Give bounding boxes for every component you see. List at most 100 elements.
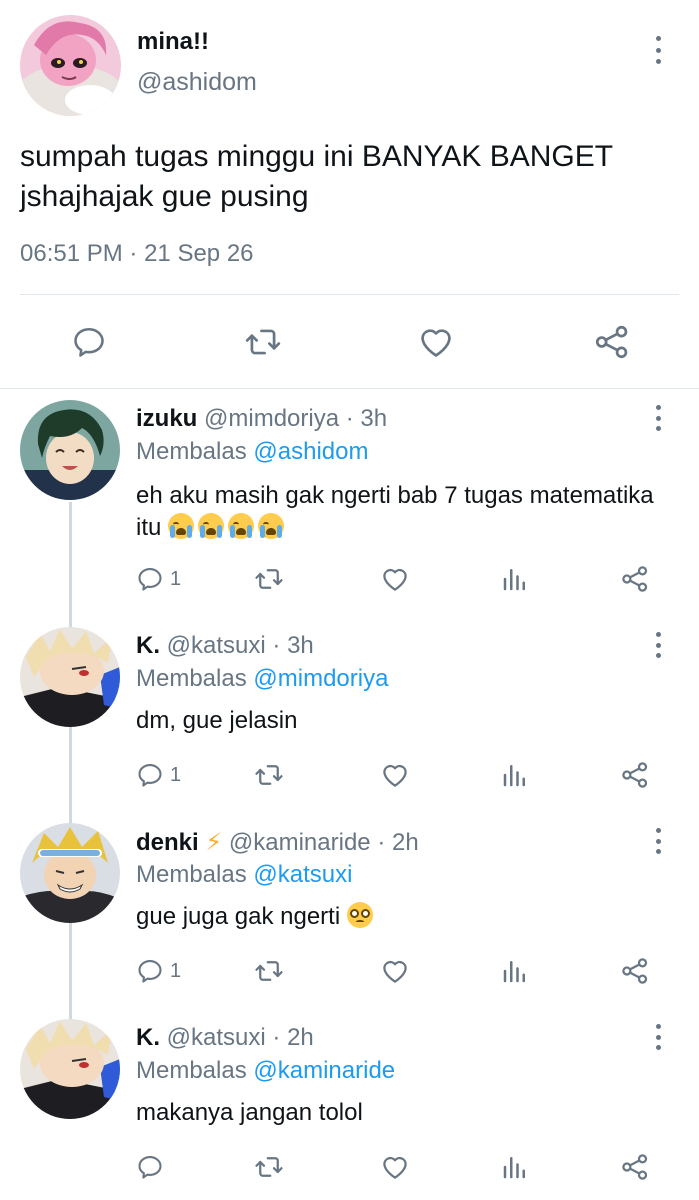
heart-icon: [380, 564, 410, 594]
share-icon: [620, 956, 650, 986]
reply-icon: [136, 957, 164, 985]
user-name[interactable]: K.: [136, 632, 160, 659]
user-handle[interactable]: @mimdoriya: [204, 405, 339, 432]
crying-emoji-icon: [198, 513, 225, 539]
analytics-icon: [500, 564, 530, 594]
replying-to-link[interactable]: @kaminaride: [253, 1057, 395, 1084]
replying-to-label: Membalas: [136, 665, 247, 692]
share-button[interactable]: [620, 564, 650, 594]
replying-to: Membalas @kaminaride: [136, 1057, 395, 1085]
analytics-button[interactable]: [500, 1152, 530, 1182]
avatar[interactable]: [20, 1019, 120, 1119]
reply-button[interactable]: 1: [136, 760, 181, 790]
share-icon: [593, 323, 631, 361]
share-button[interactable]: [620, 956, 650, 986]
analytics-button[interactable]: [500, 564, 530, 594]
like-button[interactable]: [380, 956, 410, 986]
replying-to: Membalas @katsuxi: [136, 861, 352, 889]
reply-time: 2h: [391, 829, 419, 856]
replying-to-link[interactable]: @mimdoriya: [253, 665, 388, 692]
user-name[interactable]: mina!!: [137, 28, 209, 56]
heart-icon: [380, 1152, 410, 1182]
retweet-icon: [254, 564, 284, 594]
reply-header: K. @katsuxi · 3h: [136, 632, 314, 659]
share-button[interactable]: [592, 322, 632, 362]
analytics-button[interactable]: [500, 760, 530, 790]
user-handle[interactable]: @ashidom: [137, 68, 257, 97]
avatar[interactable]: [20, 627, 120, 727]
reply-text: gue juga gak ngerti: [136, 901, 656, 933]
retweet-button[interactable]: [254, 956, 284, 986]
reply-time: 3h: [287, 632, 314, 659]
more-options-icon[interactable]: [651, 36, 665, 64]
retweet-button[interactable]: [254, 1152, 284, 1182]
reply-icon: [136, 565, 164, 593]
user-handle[interactable]: @kaminaride: [229, 829, 371, 856]
replying-to-link[interactable]: @ashidom: [253, 438, 368, 465]
user-handle[interactable]: @katsuxi: [167, 1024, 266, 1051]
reply-icon: [136, 761, 164, 789]
reply-button[interactable]: 1: [136, 956, 181, 986]
like-button[interactable]: [380, 760, 410, 790]
user-name[interactable]: izuku: [136, 405, 197, 432]
analytics-button[interactable]: [500, 956, 530, 986]
replying-to-label: Membalas: [136, 438, 247, 465]
lightning-icon: ⚡: [205, 829, 223, 856]
share-icon: [620, 760, 650, 790]
heart-icon: [380, 760, 410, 790]
reply-text-body: gue juga gak ngerti: [136, 903, 341, 930]
retweet-button[interactable]: [243, 322, 283, 362]
more-options-icon[interactable]: [651, 1024, 665, 1050]
like-button[interactable]: [380, 564, 410, 594]
reply-count: 1: [170, 567, 182, 590]
reply-text: eh aku masih gak ngerti bab 7 tugas mate…: [136, 480, 656, 544]
replying-to-link[interactable]: @katsuxi: [253, 861, 352, 888]
replying-to-label: Membalas: [136, 861, 247, 888]
divider: [0, 388, 699, 389]
tweet-time: 06:51 PM: [20, 240, 123, 267]
more-options-icon[interactable]: [651, 405, 665, 431]
retweet-button[interactable]: [254, 564, 284, 594]
share-icon: [620, 564, 650, 594]
analytics-icon: [500, 956, 530, 986]
pleading-emoji-icon: [346, 902, 373, 928]
tweet-date: 21 Sep 26: [144, 240, 254, 267]
like-button[interactable]: [416, 322, 456, 362]
reply-button[interactable]: 1: [136, 564, 181, 594]
reply-text: dm, gue jelasin: [136, 707, 298, 734]
crying-emoji-icon: [258, 513, 285, 539]
reply-icon: [71, 324, 107, 360]
user-name[interactable]: K.: [136, 1024, 160, 1051]
reply-text: makanya jangan tolol: [136, 1099, 363, 1126]
user-handle[interactable]: @katsuxi: [167, 632, 266, 659]
more-options-icon[interactable]: [651, 828, 665, 854]
replying-to: Membalas @mimdoriya: [136, 665, 388, 693]
reply-time: 2h: [287, 1024, 314, 1051]
reply-header: K. @katsuxi · 2h: [136, 1024, 314, 1051]
thread-line: [69, 502, 72, 1022]
retweet-icon: [254, 760, 284, 790]
avatar[interactable]: [20, 400, 120, 500]
more-options-icon[interactable]: [651, 632, 665, 658]
reply-button[interactable]: [136, 1152, 164, 1182]
crying-emoji-icon: [168, 513, 195, 539]
reply-header: denki ⚡ @kaminaride · 2h: [136, 829, 419, 856]
reply-icon: [136, 1153, 164, 1181]
retweet-button[interactable]: [254, 760, 284, 790]
avatar[interactable]: [20, 15, 121, 116]
divider: [20, 294, 679, 295]
reply-button[interactable]: [69, 322, 109, 362]
heart-icon: [417, 323, 455, 361]
user-name[interactable]: denki: [136, 829, 199, 856]
retweet-icon: [244, 323, 282, 361]
analytics-icon: [500, 1152, 530, 1182]
share-button[interactable]: [620, 760, 650, 790]
tweet-text: sumpah tugas minggu ini BANYAK BANGET js…: [20, 140, 613, 213]
retweet-icon: [254, 956, 284, 986]
crying-emoji-row: [168, 513, 288, 541]
share-button[interactable]: [620, 1152, 650, 1182]
avatar[interactable]: [20, 823, 120, 923]
reply-header: izuku @mimdoriya · 3h: [136, 405, 388, 432]
like-button[interactable]: [380, 1152, 410, 1182]
replying-to: Membalas @ashidom: [136, 438, 368, 466]
